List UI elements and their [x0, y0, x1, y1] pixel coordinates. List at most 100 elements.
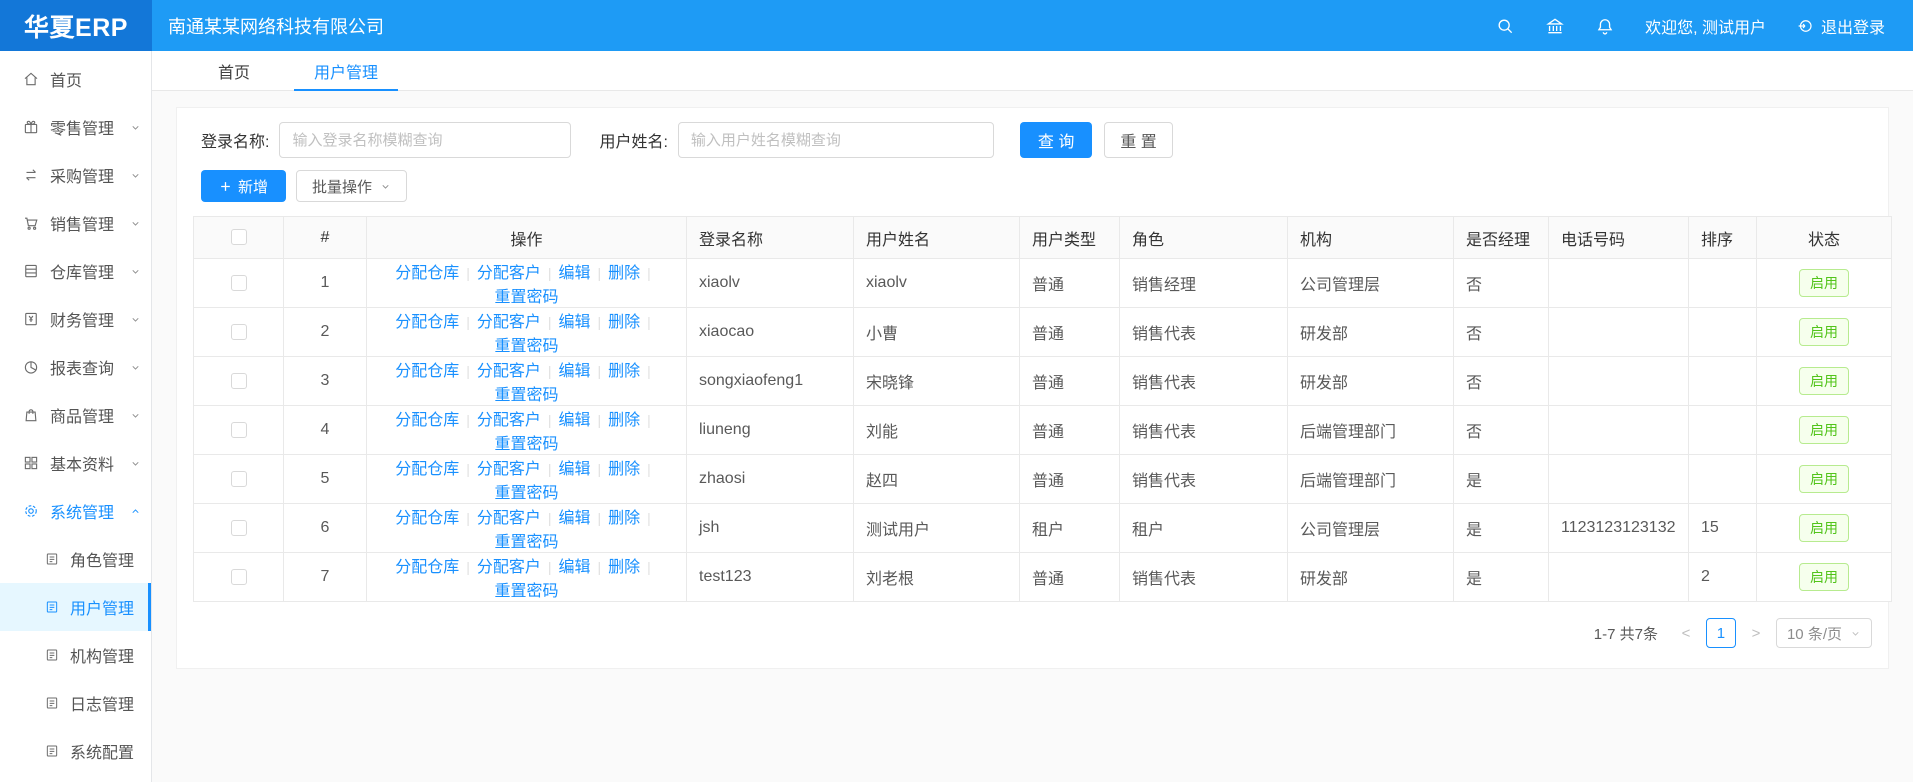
- add-button[interactable]: 新增: [201, 170, 286, 202]
- next-page-button[interactable]: >: [1744, 625, 1768, 642]
- batch-actions-button[interactable]: 批量操作: [296, 170, 407, 202]
- sidebar-item-log[interactable]: 日志管理: [0, 679, 151, 727]
- sidebar-item-goods[interactable]: 商品管理: [0, 391, 151, 439]
- sidebar-item-sales[interactable]: 销售管理: [0, 199, 151, 247]
- op-reset-password-link[interactable]: 重置密码: [494, 583, 558, 600]
- op-assign-warehouse-link[interactable]: 分配仓库: [395, 559, 477, 576]
- op-delete-link[interactable]: 删除: [608, 314, 658, 331]
- op-reset-password-link[interactable]: 重置密码: [494, 485, 558, 502]
- op-assign-warehouse-link[interactable]: 分配仓库: [395, 412, 477, 429]
- cell-type: 租户: [1020, 504, 1120, 553]
- op-assign-customer-link[interactable]: 分配客户: [477, 559, 559, 576]
- op-assign-warehouse-link[interactable]: 分配仓库: [395, 461, 477, 478]
- logout-button[interactable]: 退出登录: [1796, 14, 1885, 38]
- bell-icon[interactable]: [1595, 16, 1615, 36]
- op-assign-customer-link[interactable]: 分配客户: [477, 314, 559, 331]
- op-assign-customer-link[interactable]: 分配客户: [477, 363, 559, 380]
- op-assign-warehouse-link[interactable]: 分配仓库: [395, 363, 477, 380]
- op-edit-link[interactable]: 编辑: [559, 412, 609, 429]
- cell-type: 普通: [1020, 308, 1120, 357]
- sidebar-item-user[interactable]: 用户管理: [0, 583, 151, 631]
- op-edit-link[interactable]: 编辑: [559, 314, 609, 331]
- row-checkbox[interactable]: [231, 422, 247, 438]
- cell-manager: 否: [1454, 308, 1549, 357]
- sidebar-item-report[interactable]: 报表查询: [0, 343, 151, 391]
- tab-home[interactable]: 首页: [198, 51, 270, 90]
- column-header: 排序: [1689, 217, 1757, 259]
- op-assign-customer-link[interactable]: 分配客户: [477, 510, 559, 527]
- row-checkbox[interactable]: [231, 275, 247, 291]
- page-number-1[interactable]: 1: [1706, 618, 1736, 648]
- op-edit-link[interactable]: 编辑: [559, 461, 609, 478]
- row-checkbox[interactable]: [231, 520, 247, 536]
- sidebar-item-purchase[interactable]: 采购管理: [0, 151, 151, 199]
- op-edit-link[interactable]: 编辑: [559, 559, 609, 576]
- op-delete-link[interactable]: 删除: [608, 510, 658, 527]
- sidebar-item-system[interactable]: 系统管理: [0, 487, 151, 535]
- row-checkbox[interactable]: [231, 569, 247, 585]
- sidebar-item-org[interactable]: 机构管理: [0, 631, 151, 679]
- cell-phone: [1549, 455, 1689, 504]
- op-delete-link[interactable]: 删除: [608, 461, 658, 478]
- header-actions: 欢迎您, 测试用户 退出登录: [1495, 14, 1913, 38]
- op-assign-warehouse-link[interactable]: 分配仓库: [395, 510, 477, 527]
- cell-org: 研发部: [1288, 308, 1454, 357]
- page-size-select[interactable]: 10 条/页: [1776, 618, 1872, 648]
- op-assign-customer-link[interactable]: 分配客户: [477, 412, 559, 429]
- op-reset-password-link[interactable]: 重置密码: [494, 289, 558, 306]
- op-reset-password-link[interactable]: 重置密码: [494, 338, 558, 355]
- op-assign-customer-link[interactable]: 分配客户: [477, 461, 559, 478]
- status-badge: 启用: [1799, 416, 1849, 444]
- op-assign-warehouse-link[interactable]: 分配仓库: [395, 314, 477, 331]
- row-checkbox[interactable]: [231, 471, 247, 487]
- sidebar-nav: 首页零售管理采购管理销售管理仓库管理财务管理报表查询商品管理基本资料系统管理角色…: [0, 51, 152, 782]
- login-name-label: 登录名称:: [201, 128, 269, 152]
- op-reset-password-link[interactable]: 重置密码: [494, 436, 558, 453]
- cell-phone: 1123123123132: [1549, 504, 1689, 553]
- op-reset-password-link[interactable]: 重置密码: [494, 387, 558, 404]
- tab-user-management[interactable]: 用户管理: [294, 51, 398, 90]
- cell-index: 5: [284, 455, 367, 504]
- sidebar-item-warehouse[interactable]: 仓库管理: [0, 247, 151, 295]
- prev-page-button[interactable]: <: [1674, 625, 1698, 642]
- sidebar-item-home[interactable]: 首页: [0, 55, 151, 103]
- sidebar-item-basedata[interactable]: 基本资料: [0, 439, 151, 487]
- sidebar-item-role[interactable]: 角色管理: [0, 535, 151, 583]
- sidebar-item-retail[interactable]: 零售管理: [0, 103, 151, 151]
- chevron-down-icon: [130, 458, 141, 469]
- bank-icon[interactable]: [1545, 16, 1565, 36]
- op-delete-link[interactable]: 删除: [608, 412, 658, 429]
- cell-login: liuneng: [687, 406, 854, 455]
- cell-status: 启用: [1757, 504, 1892, 553]
- op-assign-customer-link[interactable]: 分配客户: [477, 265, 559, 282]
- query-button[interactable]: 查 询: [1020, 122, 1092, 158]
- user-name-input[interactable]: [678, 122, 994, 158]
- cell-operations: 分配仓库分配客户编辑删除重置密码: [367, 504, 687, 553]
- sidebar-item-config[interactable]: 系统配置: [0, 727, 151, 775]
- login-name-input[interactable]: [279, 122, 571, 158]
- op-edit-link[interactable]: 编辑: [559, 265, 609, 282]
- purchase-icon: [22, 166, 40, 184]
- row-checkbox[interactable]: [231, 324, 247, 340]
- sidebar-item-label: 报表查询: [50, 355, 114, 379]
- sidebar-item-finance[interactable]: 财务管理: [0, 295, 151, 343]
- op-delete-link[interactable]: 删除: [608, 265, 658, 282]
- app-logo: 华夏ERP: [0, 0, 152, 51]
- op-delete-link[interactable]: 删除: [608, 363, 658, 380]
- op-reset-password-link[interactable]: 重置密码: [494, 534, 558, 551]
- cell-name: 赵四: [854, 455, 1020, 504]
- user-management-card: 登录名称: 用户姓名: 查 询 重 置 新增: [176, 107, 1889, 669]
- doc-icon: [44, 647, 60, 663]
- op-edit-link[interactable]: 编辑: [559, 510, 609, 527]
- cell-index: 6: [284, 504, 367, 553]
- cell-phone: [1549, 308, 1689, 357]
- reset-button[interactable]: 重 置: [1104, 122, 1172, 158]
- op-edit-link[interactable]: 编辑: [559, 363, 609, 380]
- op-assign-warehouse-link[interactable]: 分配仓库: [395, 265, 477, 282]
- row-checkbox[interactable]: [231, 373, 247, 389]
- op-delete-link[interactable]: 删除: [608, 559, 658, 576]
- status-badge: 启用: [1799, 563, 1849, 591]
- search-icon[interactable]: [1495, 16, 1515, 36]
- select-all-checkbox[interactable]: [231, 229, 247, 245]
- cell-operations: 分配仓库分配客户编辑删除重置密码: [367, 259, 687, 308]
